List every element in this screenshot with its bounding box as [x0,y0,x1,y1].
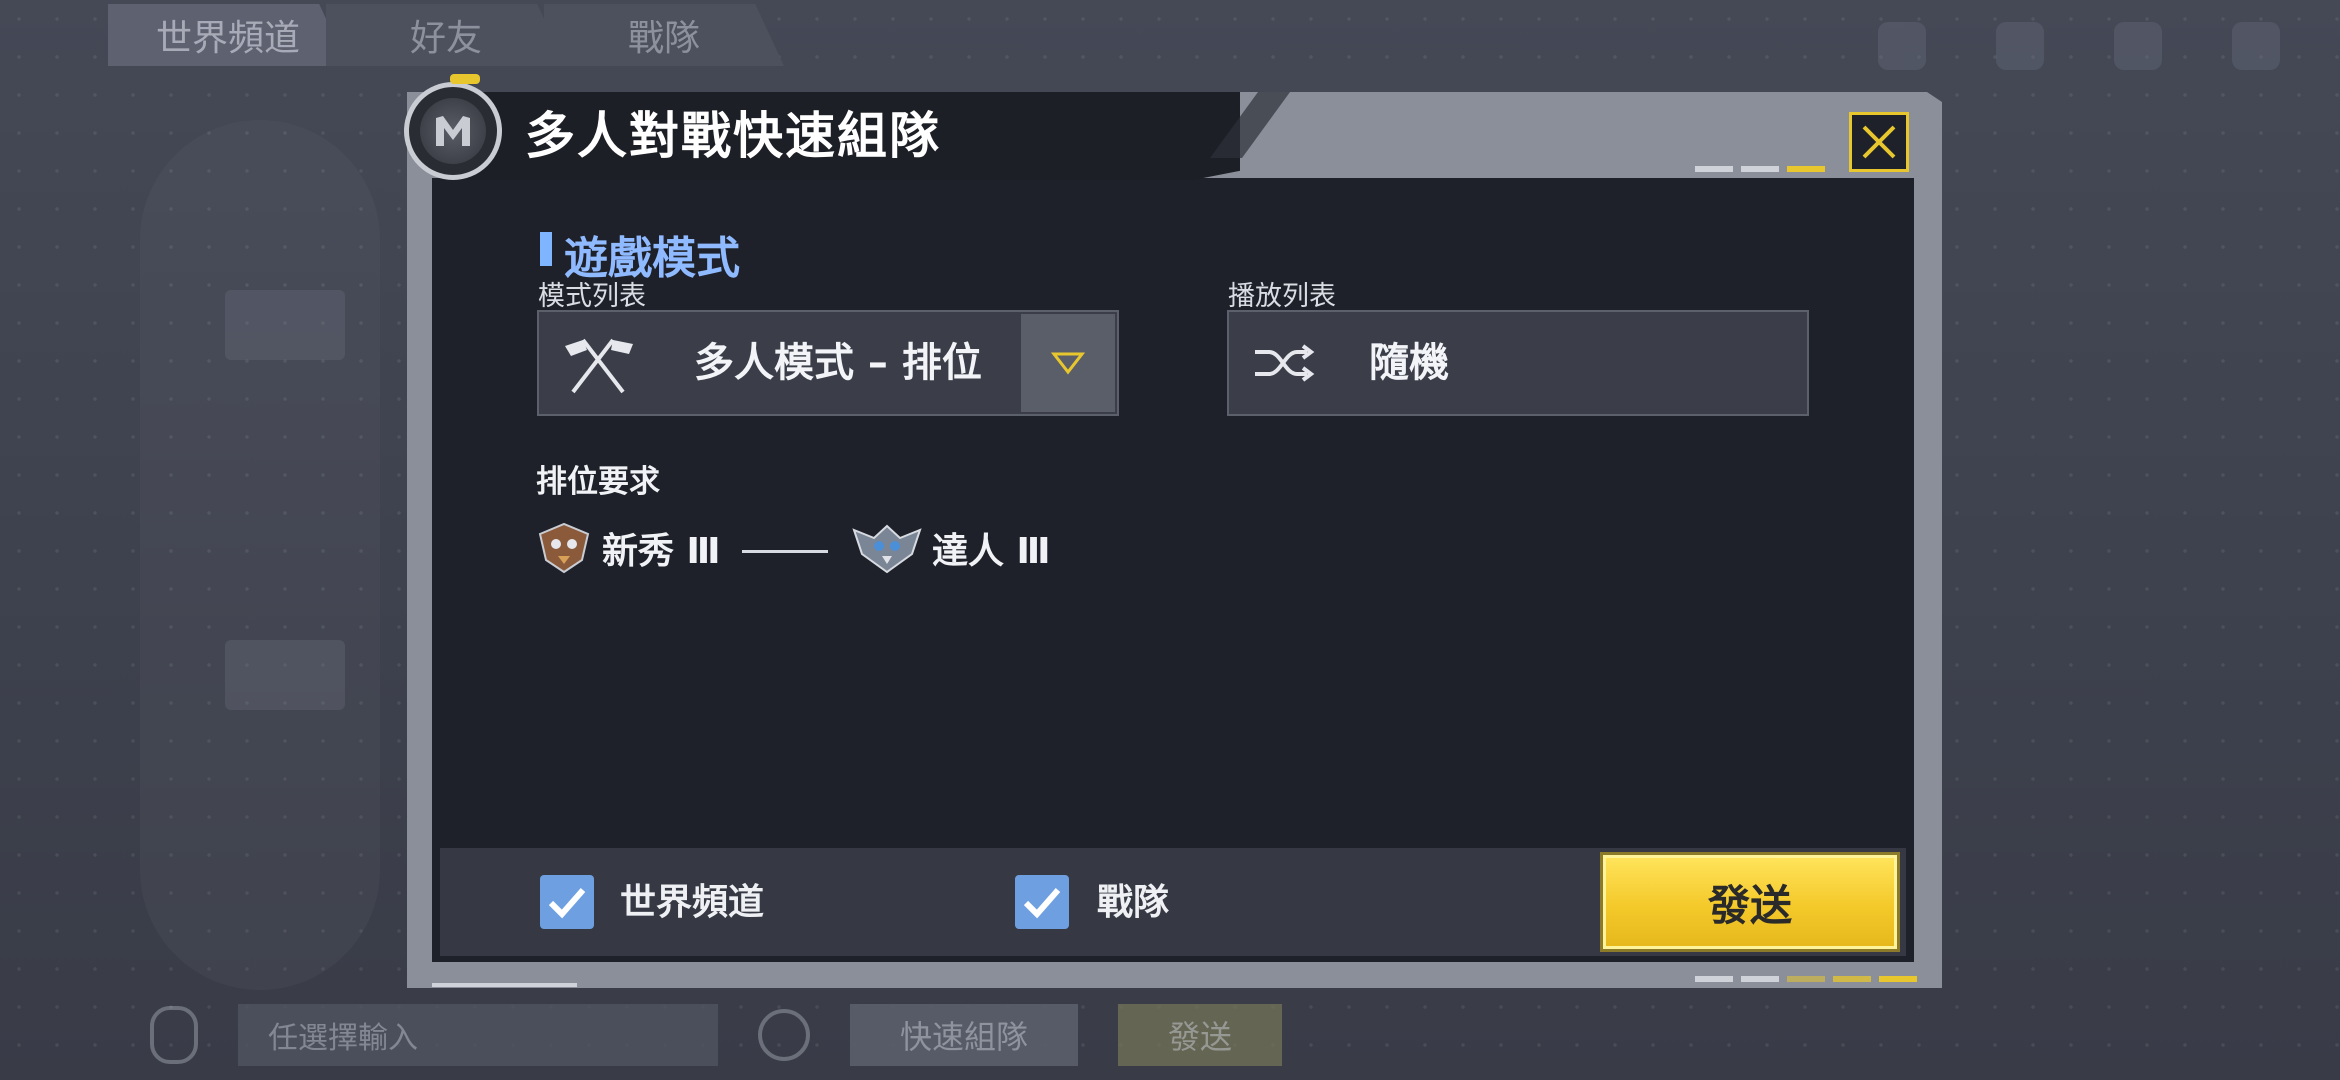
playlist-field[interactable]: 隨機 [1227,310,1809,416]
clan-label: 戰隊 [1097,882,1170,923]
bg-icon [1878,22,1926,70]
bg-tab-world[interactable]: 世界頻道 [108,4,348,66]
send-button[interactable]: 發送 [1603,855,1897,949]
close-icon [1862,125,1896,159]
mode-dropdown[interactable]: 多人模式 – 排位 [537,310,1119,416]
background-top-icons [1878,22,2280,70]
mode-value: 多人模式 – 排位 [694,340,982,386]
bottom-edge-line [432,983,577,987]
rank-range-divider [742,550,828,553]
triangle-down-icon [1051,352,1085,375]
checkmark-icon [1023,888,1061,919]
rank-max: 達人 Ⅲ [852,518,1051,578]
bg-icon [2114,22,2162,70]
emoji-icon[interactable] [758,1009,810,1061]
bg-tab-clan[interactable]: 戰隊 [544,4,784,66]
bg-tab-friends[interactable]: 好友 [326,4,566,66]
background-chat-bar: 任選擇輸入 快速組隊 發送 [0,990,2340,1080]
logo-accent [450,74,480,84]
crossed-flags-icon [561,332,637,398]
section-marker [540,232,552,266]
bg-quick-team-button[interactable]: 快速組隊 [850,1004,1079,1066]
m-emblem-icon [420,98,486,164]
rookie-rank-icon [538,522,590,574]
background-chat-list [140,120,380,990]
background-chat-tabs: 世界頻道 好友 戰隊 [108,4,784,68]
dropdown-toggle[interactable] [1021,314,1115,412]
rank-max-text: 達人 Ⅲ [932,531,1051,572]
dialog-title: 多人對戰快速組隊 [525,107,941,165]
mode-list-label: 模式列表 [538,281,646,312]
bg-icon [2232,22,2280,70]
rank-min: 新秀 Ⅲ [536,518,721,578]
rank-requirement-label: 排位要求 [536,464,660,500]
playlist-value: 隨機 [1369,340,1449,386]
playlist-label: 播放列表 [1228,281,1336,312]
close-button[interactable] [1849,112,1909,172]
bg-icon [1996,22,2044,70]
world-channel-label: 世界頻道 [620,882,765,923]
checkmark-icon [548,888,586,919]
expert-rank-icon [852,524,922,574]
microphone-icon[interactable] [150,1006,198,1064]
top-progress-dashes [1695,166,1825,172]
bg-chat-row [225,640,345,710]
clan-checkbox[interactable] [1015,875,1069,929]
chat-input[interactable]: 任選擇輸入 [238,1004,718,1066]
bg-chat-row [225,290,345,360]
bg-send-button[interactable]: 發送 [1118,1004,1283,1066]
rank-min-text: 新秀 Ⅲ [602,531,721,572]
shuffle-icon [1251,342,1315,388]
bottom-progress-dashes [1695,976,1917,982]
world-channel-checkbox[interactable] [540,875,594,929]
